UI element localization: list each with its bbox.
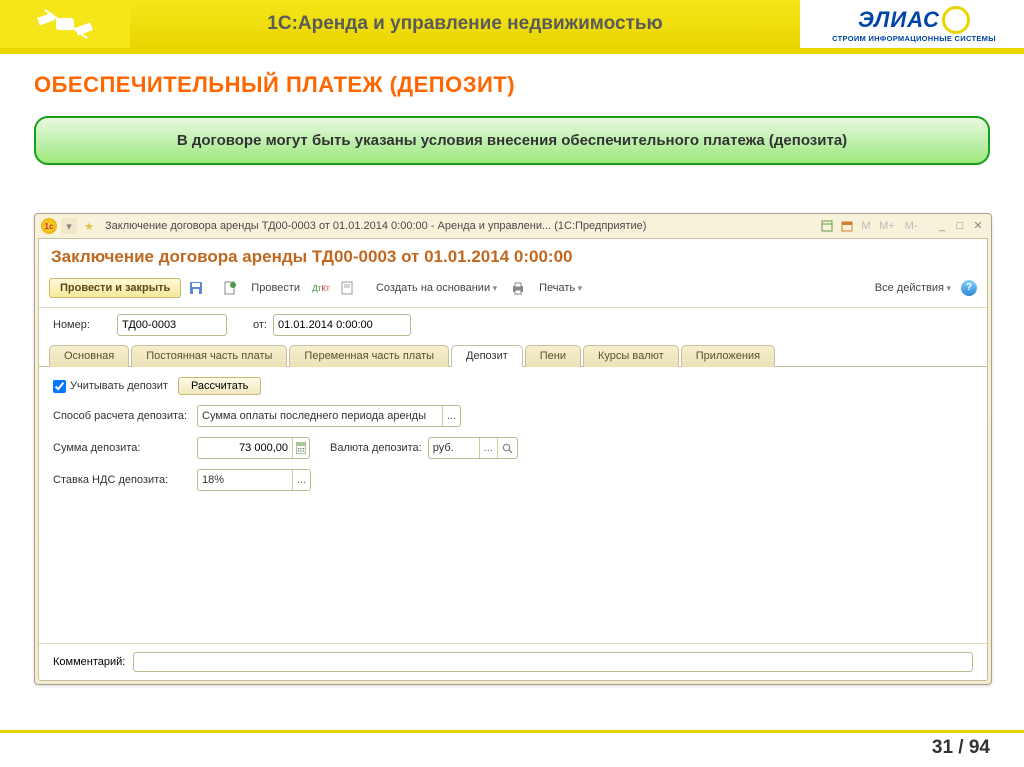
ellipsis-icon[interactable]: ... xyxy=(292,470,310,490)
date-input[interactable] xyxy=(273,314,411,336)
calc-toolbar-icon[interactable] xyxy=(819,218,835,234)
number-input[interactable] xyxy=(117,314,227,336)
number-label: Номер: xyxy=(53,319,111,331)
search-icon[interactable] xyxy=(497,438,517,458)
all-actions-button[interactable]: Все действия xyxy=(869,280,957,296)
satellite-icon xyxy=(35,4,95,44)
ellipsis-icon[interactable]: ... xyxy=(479,438,497,458)
method-label: Способ расчета депозита: xyxy=(53,410,191,422)
close-button[interactable]: ✕ xyxy=(971,219,985,233)
app-1c-icon: 1c xyxy=(41,218,57,234)
sum-input[interactable] xyxy=(197,437,310,459)
tab-penalty[interactable]: Пени xyxy=(525,345,581,367)
gear-icon xyxy=(942,6,970,34)
product-logo xyxy=(0,0,130,48)
mem-mminus[interactable]: М- xyxy=(901,219,921,233)
calendar-toolbar-icon[interactable] xyxy=(839,218,855,234)
create-on-basis-button[interactable]: Создать на основании xyxy=(370,280,503,296)
minimize-button[interactable]: _ xyxy=(935,219,949,233)
ellipsis-icon[interactable]: ... xyxy=(442,406,460,426)
print-button[interactable]: Печать xyxy=(533,280,588,296)
page-number: 31 / 94 xyxy=(0,737,1024,759)
deposit-panel: Учитывать депозит Рассчитать Способ расч… xyxy=(39,367,987,643)
product-name: 1С:Аренда и управление недвижимостью xyxy=(130,13,800,35)
tab-deposit[interactable]: Депозит xyxy=(451,345,523,367)
tab-const-part[interactable]: Постоянная часть платы xyxy=(131,345,287,367)
sum-label: Сумма депозита: xyxy=(53,442,191,454)
slide-header: 1С:Аренда и управление недвижимостью ЭЛИ… xyxy=(0,0,1024,48)
submit-close-button[interactable]: Провести и закрыть xyxy=(49,278,181,298)
slide-title: ОБЕСПЕЧИТЕЛЬНЫЙ ПЛАТЕЖ (ДЕПОЗИТ) xyxy=(34,72,990,98)
dt-kt-icon[interactable]: ДтКт xyxy=(310,277,332,299)
calculate-button[interactable]: Рассчитать xyxy=(178,377,261,395)
method-select[interactable]: Сумма оплаты последнего периода аренды .… xyxy=(197,405,461,427)
mem-m[interactable]: М xyxy=(859,219,873,233)
tab-rates[interactable]: Курсы валют xyxy=(583,345,679,367)
tab-attachments[interactable]: Приложения xyxy=(681,345,775,367)
tab-bar: Основная Постоянная часть платы Переменн… xyxy=(39,344,987,367)
currency-label: Валюта депозита: xyxy=(330,442,422,454)
slide-footer: 31 / 94 xyxy=(0,730,1024,759)
favorite-icon[interactable]: ★ xyxy=(81,218,97,234)
form-toolbar: Провести и закрыть Провести ДтКт Создать… xyxy=(39,273,987,308)
form-title: Заключение договора аренды ТД00-0003 от … xyxy=(39,239,987,273)
submit-button[interactable]: Провести xyxy=(245,280,306,296)
vat-label: Ставка НДС депозита: xyxy=(53,474,191,486)
report-icon[interactable] xyxy=(336,277,358,299)
info-banner: В договоре могут быть указаны условия вн… xyxy=(34,116,990,165)
window-title: Заключение договора аренды ТД00-0003 от … xyxy=(99,220,817,232)
currency-select[interactable]: руб. ... xyxy=(428,437,518,459)
account-deposit-checkbox[interactable]: Учитывать депозит xyxy=(53,380,168,393)
maximize-button[interactable]: □ xyxy=(953,219,967,233)
print-icon[interactable] xyxy=(507,277,529,299)
vat-select[interactable]: 18% ... xyxy=(197,469,311,491)
help-icon[interactable]: ? xyxy=(961,280,977,296)
mem-mplus[interactable]: М+ xyxy=(877,219,897,233)
save-icon[interactable] xyxy=(185,277,207,299)
tab-main[interactable]: Основная xyxy=(49,345,129,367)
comment-input[interactable] xyxy=(133,652,973,672)
company-logo: ЭЛИАС СТРОИМ ИНФОРМАЦИОННЫЕ СИСТЕМЫ xyxy=(800,0,1024,48)
app-window: 1c ▾ ★ Заключение договора аренды ТД00-0… xyxy=(34,213,992,685)
comment-label: Комментарий: xyxy=(53,656,125,668)
comment-row: Комментарий: xyxy=(39,643,987,680)
tab-var-part[interactable]: Переменная часть платы xyxy=(289,345,449,367)
nav-down-icon[interactable]: ▾ xyxy=(61,218,77,234)
document-icon[interactable] xyxy=(219,277,241,299)
number-date-row: Номер: от: xyxy=(39,308,987,342)
window-titlebar: 1c ▾ ★ Заключение договора аренды ТД00-0… xyxy=(35,214,991,238)
calculator-icon[interactable] xyxy=(292,438,309,458)
date-label: от: xyxy=(253,319,267,331)
